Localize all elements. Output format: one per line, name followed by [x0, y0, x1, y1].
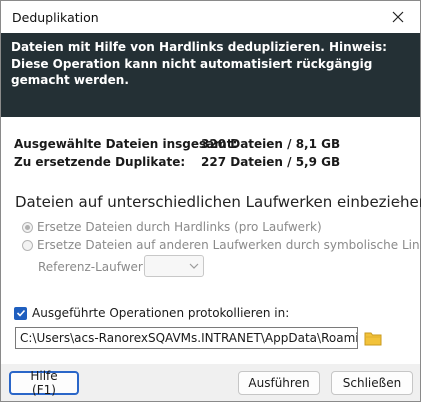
log-checkbox[interactable] — [14, 306, 27, 320]
window-title: Deduplikation — [12, 10, 99, 25]
log-checkbox-row[interactable]: Ausgeführte Operationen protokollieren i… — [14, 306, 289, 320]
radio-symlinks-label: Ersetze Dateien auf anderen Laufwerken d… — [37, 238, 421, 252]
radio-symlinks[interactable]: Ersetze Dateien auf anderen Laufwerken d… — [22, 238, 421, 252]
radio-selected-dot — [25, 224, 30, 230]
duplicates-value: 227 Dateien / 5,9 GB — [201, 155, 341, 169]
reference-drive-select[interactable] — [144, 255, 204, 277]
reference-drive-label: Referenz-Laufwerk: — [38, 260, 154, 274]
close-button[interactable]: Schließen — [331, 371, 413, 395]
close-icon — [392, 11, 404, 23]
banner-text: Dateien mit Hilfe von Hardlinks dedupliz… — [11, 40, 387, 87]
radio-hardlinks[interactable]: Ersetze Dateien durch Hardlinks (pro Lau… — [22, 220, 322, 234]
run-button[interactable]: Ausführen — [238, 371, 320, 395]
drives-section-title: Dateien auf unterschiedlichen Laufwerken… — [15, 193, 421, 211]
radio-symlinks-circle[interactable] — [22, 239, 33, 251]
close-window-button[interactable] — [376, 1, 420, 33]
radio-hardlinks-circle[interactable] — [22, 221, 33, 233]
dedup-dialog: Deduplikation Dateien mit Hilfe von Hard… — [0, 0, 421, 402]
info-banner: Dateien mit Hilfe von Hardlinks dedupliz… — [1, 33, 420, 117]
dialog-footer: Hilfe (F1) Ausführen Schließen — [1, 364, 420, 401]
checkmark-icon — [16, 309, 25, 317]
dialog-content: Ausgewählte Dateien insgesamt: 320 Datei… — [1, 117, 421, 364]
folder-icon — [364, 332, 382, 345]
section-divider — [396, 201, 401, 202]
chevron-down-icon — [189, 263, 199, 269]
log-path-input[interactable]: C:\Users\acs-RanorexSQAVMs.INTRANET\AppD… — [15, 327, 358, 349]
title-bar: Deduplikation — [1, 1, 420, 33]
browse-folder-button[interactable] — [361, 327, 385, 349]
duplicates-label: Zu ersetzende Duplikate: — [14, 155, 186, 169]
radio-hardlinks-label: Ersetze Dateien durch Hardlinks (pro Lau… — [37, 220, 322, 234]
log-checkbox-label: Ausgeführte Operationen protokollieren i… — [32, 306, 290, 320]
selected-files-value: 320 Dateien / 8,1 GB — [201, 137, 341, 151]
help-button[interactable]: Hilfe (F1) — [9, 369, 79, 397]
